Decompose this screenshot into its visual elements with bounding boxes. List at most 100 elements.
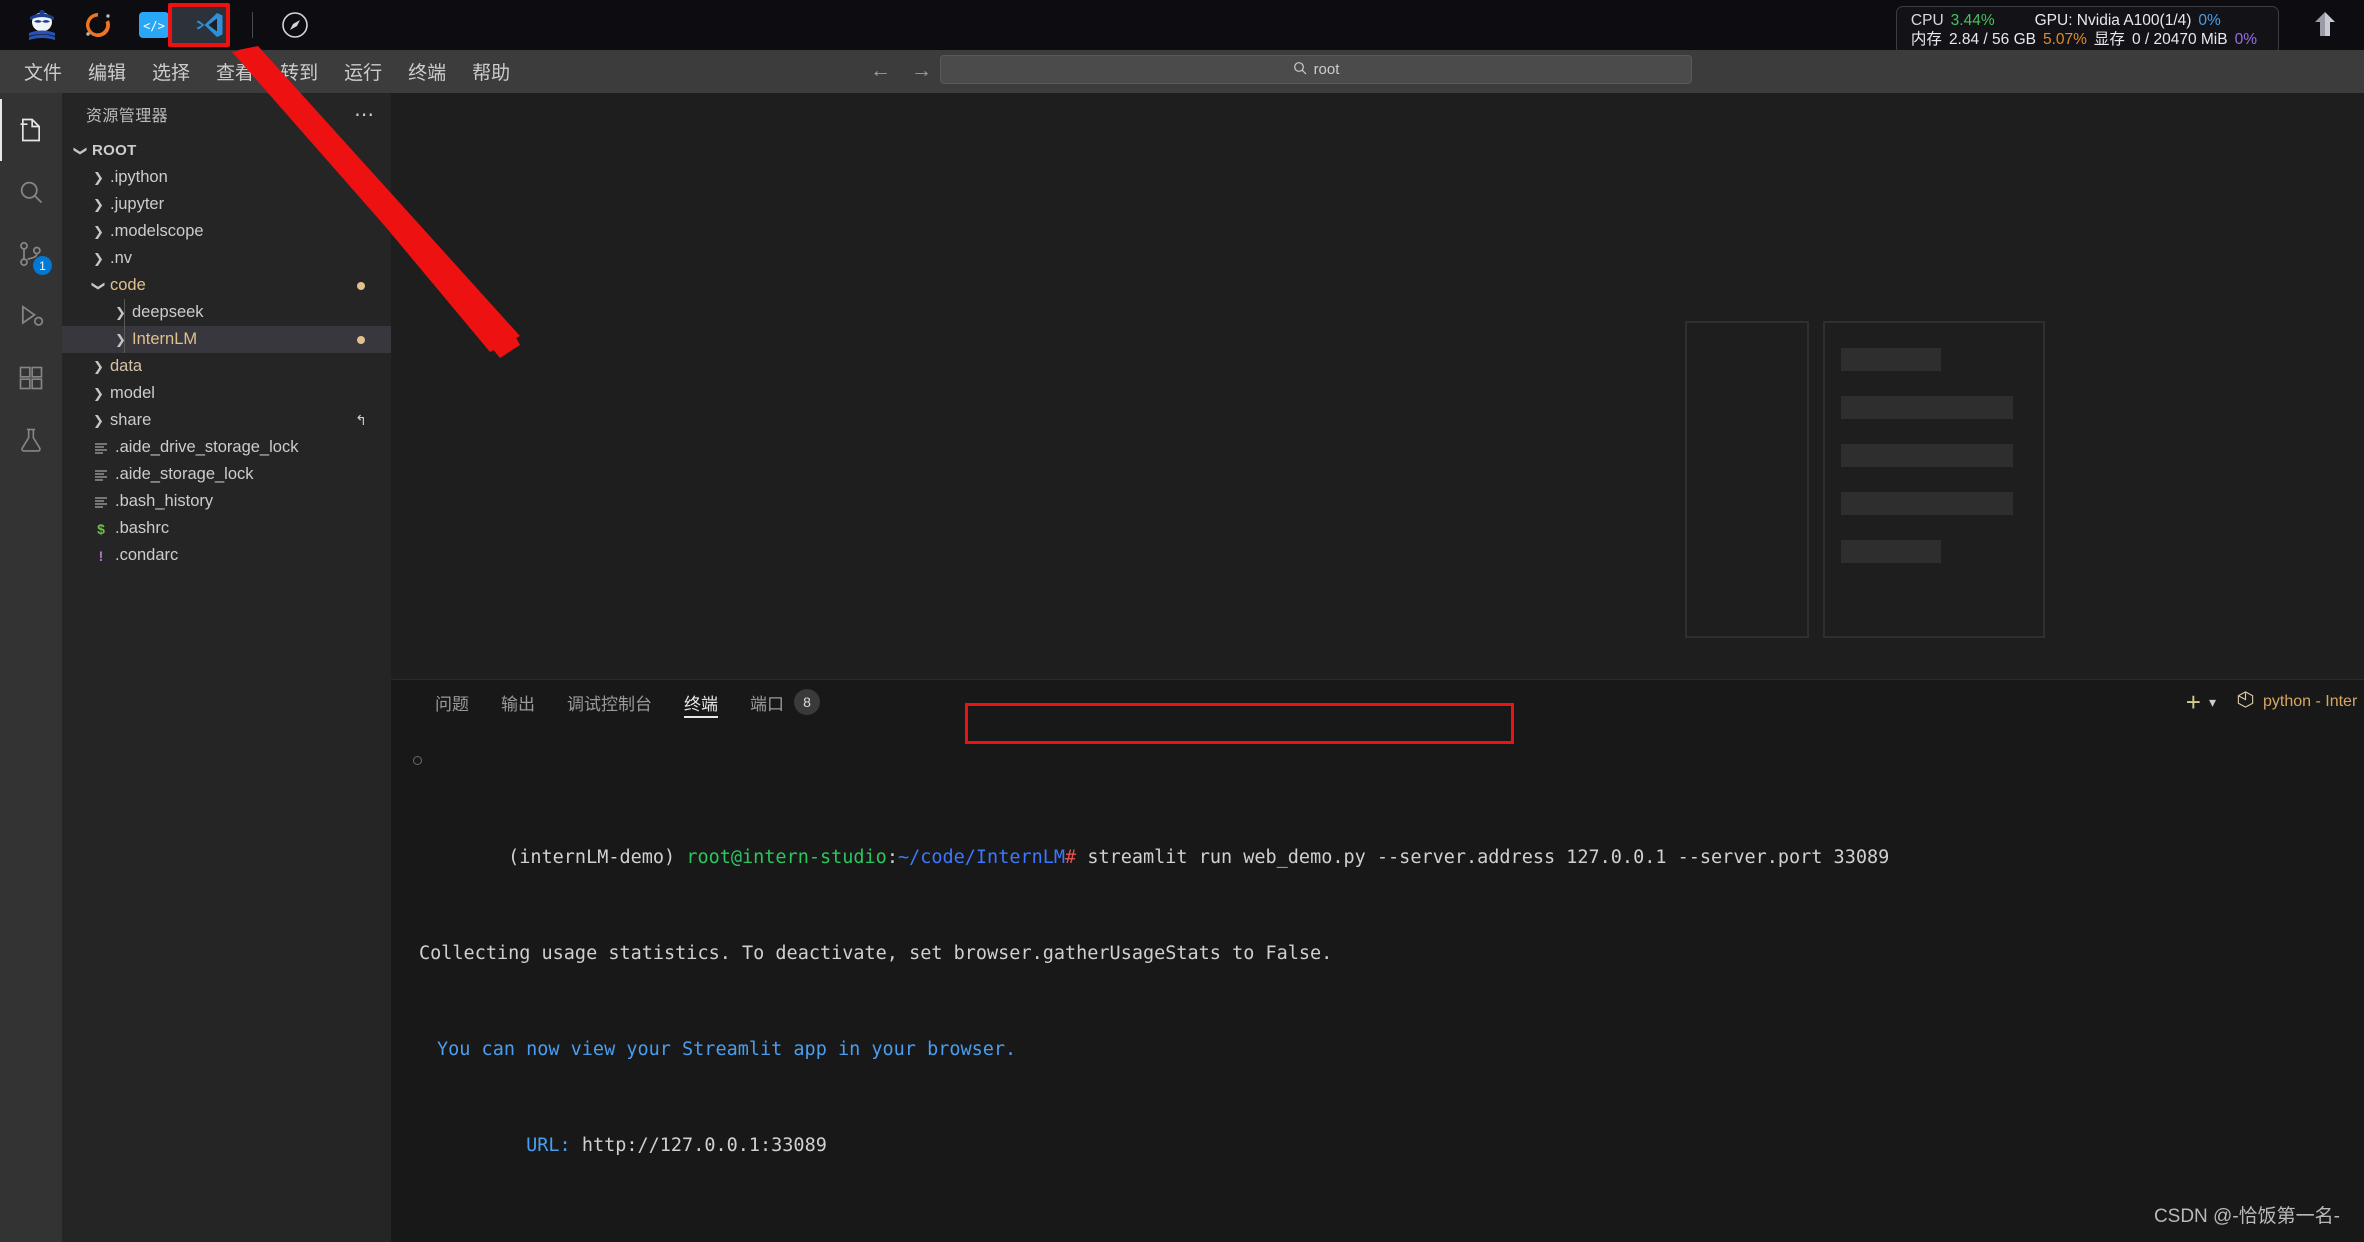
terminal-line-view-app: You can now view your Streamlit app in y… bbox=[437, 1039, 1017, 1060]
tree-item-internlm[interactable]: ❯ InternLM bbox=[62, 326, 391, 353]
tree-item-label: .nv bbox=[110, 249, 133, 267]
panel-tab-1[interactable]: 输出 bbox=[485, 680, 551, 724]
vram-percent: 0% bbox=[2234, 31, 2257, 48]
chevron-right-icon[interactable]: ❯ bbox=[112, 305, 129, 321]
sidebar-item-extensions[interactable] bbox=[0, 347, 62, 409]
menu-item-edit[interactable]: 编辑 bbox=[78, 55, 136, 88]
python-cube-icon bbox=[2236, 690, 2255, 714]
panel-tab-2[interactable]: 调试控制台 bbox=[551, 680, 668, 724]
prompt-path: ~/code/InternLM bbox=[897, 847, 1066, 868]
tree-item-label: .condarc bbox=[115, 546, 179, 564]
memory-value: 2.84 / 56 GB bbox=[1948, 31, 2036, 48]
tree-item--ipython[interactable]: ❯ .ipython bbox=[62, 164, 391, 191]
tree-item-model[interactable]: ❯ model bbox=[62, 380, 391, 407]
modified-indicator-dot bbox=[357, 335, 365, 344]
text-file-icon bbox=[90, 441, 112, 455]
tree-item--aide-drive-storage-lock[interactable]: .aide_drive_storage_lock bbox=[62, 434, 391, 461]
csdn-watermark: CSDN @-恰饭第一名- bbox=[2153, 1206, 2340, 1227]
tree-item-label: code bbox=[110, 276, 146, 294]
tree-item-share[interactable]: ❯ share ↰ bbox=[62, 407, 391, 434]
file-tree: ❯ ROOT ❯ .ipython ❯ .jupyter ❯ .modelscope ❯ .nv ❯… bbox=[62, 135, 391, 569]
upload-arrow-icon[interactable] bbox=[2308, 8, 2342, 42]
intern-studio-logo-icon[interactable] bbox=[14, 4, 70, 46]
tree-item--condarc[interactable]: ! .condarc bbox=[62, 542, 391, 569]
tree-item-code[interactable]: ❯ code bbox=[62, 272, 391, 299]
menu-item-run[interactable]: 运行 bbox=[334, 55, 392, 88]
tree-item-label: data bbox=[110, 357, 143, 375]
tree-item-label: ROOT bbox=[92, 142, 137, 159]
tree-item--modelscope[interactable]: ❯ .modelscope bbox=[62, 218, 391, 245]
cpu-value: 3.44% bbox=[1950, 12, 1995, 29]
tree-item-data[interactable]: ❯ data bbox=[62, 353, 391, 380]
command-decoration-icon bbox=[413, 756, 422, 765]
sidebar-item-source-control[interactable]: 1 bbox=[0, 223, 62, 285]
menu-item-view[interactable]: 查看 bbox=[206, 55, 264, 88]
tree-item-label: .ipython bbox=[110, 168, 168, 186]
menu-item-terminal[interactable]: 终端 bbox=[398, 55, 456, 88]
sidebar-item-search[interactable] bbox=[0, 161, 62, 223]
panel-tab-0[interactable]: 问题 bbox=[419, 680, 485, 724]
chevron-right-icon[interactable]: ❯ bbox=[90, 386, 107, 402]
tree-item--bashrc[interactable]: $ .bashrc bbox=[62, 515, 391, 542]
chevron-down-icon[interactable]: ▾ bbox=[2207, 694, 2226, 711]
vscode-icon[interactable] bbox=[182, 4, 238, 46]
terminal-line-url: URL: http://127.0.0.1:33089 bbox=[405, 1074, 2364, 1218]
terminal-command: streamlit run web_demo.py --server.addre… bbox=[1087, 847, 1890, 868]
ellipsis-icon[interactable]: ⋯ bbox=[354, 102, 375, 127]
memory-percent: 5.07% bbox=[2042, 31, 2087, 48]
tree-item--aide-storage-lock[interactable]: .aide_storage_lock bbox=[62, 461, 391, 488]
chevron-down-icon[interactable]: ❯ bbox=[91, 277, 107, 294]
arrow-right-icon[interactable]: → bbox=[911, 58, 932, 84]
prompt-env: (internLM-demo) bbox=[508, 847, 676, 868]
chevron-right-icon[interactable]: ❯ bbox=[90, 359, 107, 375]
sidebar-item-testing[interactable] bbox=[0, 409, 62, 471]
chevron-right-icon[interactable]: ❯ bbox=[90, 251, 107, 267]
explorer-sidebar: 资源管理器 ⋯ ❯ ROOT ❯ .ipython ❯ .jupyter ❯ .modelsc… bbox=[62, 93, 391, 1242]
vscode-window: </> CPU 3.44% GPU: Nvidia A100(1/4) 0% 内… bbox=[0, 0, 2364, 1242]
system-stats-row-1: CPU 3.44% GPU: Nvidia A100(1/4) 0% bbox=[1911, 12, 2264, 29]
terminal-list-entry[interactable]: python - Internl bbox=[2226, 690, 2358, 714]
menu-item-help[interactable]: 帮助 bbox=[462, 55, 520, 88]
conda-icon[interactable] bbox=[70, 4, 126, 46]
menu-item-selection[interactable]: 选择 bbox=[142, 55, 200, 88]
terminal-prompt-line: (internLM-demo) root@intern-studio:~/cod… bbox=[405, 738, 2364, 930]
menu-item-file[interactable]: 文件 bbox=[14, 55, 72, 88]
terminal-output[interactable]: (internLM-demo) root@intern-studio:~/cod… bbox=[391, 724, 2364, 1242]
system-stats: CPU 3.44% GPU: Nvidia A100(1/4) 0% 内存 2.… bbox=[1895, 6, 2279, 55]
plus-icon[interactable]: + bbox=[2180, 689, 2207, 715]
tree-item--bash-history[interactable]: .bash_history bbox=[62, 488, 391, 515]
tree-item-label: .modelscope bbox=[110, 222, 204, 240]
navigation-arrows: ← → bbox=[870, 58, 932, 84]
tree-item-label: InternLM bbox=[132, 330, 198, 348]
shell-file-icon: $ bbox=[97, 520, 105, 537]
chevron-right-icon[interactable]: ❯ bbox=[90, 170, 107, 186]
tree-indent-guide bbox=[124, 299, 125, 326]
sidebar-item-run-and-debug[interactable] bbox=[0, 285, 62, 347]
search-input[interactable]: root bbox=[940, 55, 1692, 84]
arrow-left-icon[interactable]: ← bbox=[870, 58, 891, 84]
panel-tab-3[interactable]: 终端 bbox=[668, 680, 734, 724]
sidebar-item-explorer[interactable] bbox=[0, 99, 62, 161]
compass-icon[interactable] bbox=[267, 4, 323, 46]
tree-item-label: share bbox=[110, 411, 152, 429]
chevron-right-icon[interactable]: ❯ bbox=[90, 197, 107, 213]
panel-tab-4[interactable]: 端口 8 bbox=[734, 680, 836, 724]
panel-tab-label: 终端 bbox=[684, 694, 718, 714]
chevron-right-icon[interactable]: ❯ bbox=[112, 332, 129, 348]
panel-actions: + ▾ python - Internl bbox=[2180, 680, 2364, 724]
tree-item-label: .aide_storage_lock bbox=[115, 465, 254, 483]
chevron-down-icon[interactable]: ❯ bbox=[73, 142, 89, 159]
tree-item-label: .jupyter bbox=[110, 195, 165, 213]
tree-item-label: model bbox=[110, 384, 155, 402]
chevron-right-icon[interactable]: ❯ bbox=[90, 224, 107, 240]
tree-item--nv[interactable]: ❯ .nv bbox=[62, 245, 391, 272]
tree-item-deepseek[interactable]: ❯ deepseek bbox=[62, 299, 391, 326]
terminal-url-label: URL: bbox=[526, 1135, 571, 1156]
chevron-right-icon[interactable]: ❯ bbox=[90, 413, 107, 429]
tree-item-root[interactable]: ❯ ROOT bbox=[62, 137, 391, 164]
tree-item--jupyter[interactable]: ❯ .jupyter bbox=[62, 191, 391, 218]
toolbar-divider bbox=[252, 12, 253, 38]
menu-item-goto[interactable]: 转到 bbox=[270, 55, 328, 88]
activity-bar: 1 bbox=[0, 93, 62, 1242]
terminal-line-stats: Collecting usage statistics. To deactiva… bbox=[419, 943, 1333, 964]
